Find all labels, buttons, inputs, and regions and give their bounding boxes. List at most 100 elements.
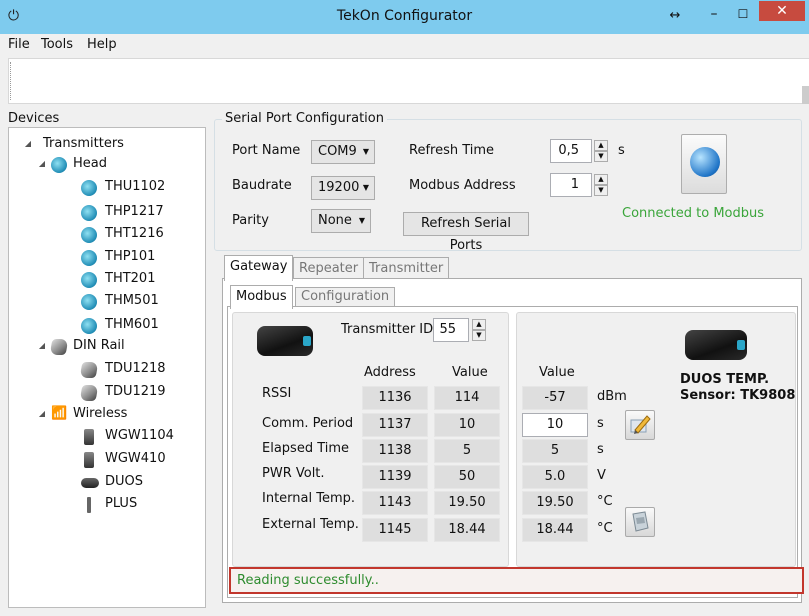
tree-label: WGW1104 <box>105 428 174 443</box>
head-transmitter-icon <box>81 294 97 310</box>
transmitter-device-image <box>257 326 313 356</box>
head-transmitter-icon <box>81 250 97 266</box>
spin-down-icon[interactable]: ▼ <box>472 330 486 341</box>
baudrate-label: Baudrate <box>232 178 292 193</box>
collapse-icon[interactable]: ◢ <box>23 134 33 154</box>
title-bar: ⏻ TekOn Configurator ↔ – ☐ ✕ <box>0 0 809 34</box>
row-label-external-temp: External Temp. <box>262 517 359 532</box>
tree-label: PLUS <box>105 496 138 511</box>
write-button[interactable] <box>625 410 655 440</box>
din-rail-icon <box>49 339 69 355</box>
external-temp-address: 1145 <box>362 518 428 542</box>
close-button[interactable]: ✕ <box>759 1 805 21</box>
toolbar-grip[interactable] <box>10 62 11 100</box>
external-temp-right-value: 18.44 <box>522 518 588 542</box>
elapsed-time-value: 5 <box>434 439 500 463</box>
comm-period-input[interactable]: 10 <box>522 413 588 437</box>
modbus-address-input[interactable]: 1 <box>550 173 592 197</box>
collapse-icon[interactable]: ◢ <box>37 154 47 174</box>
spin-up-icon[interactable]: ▲ <box>472 319 486 330</box>
spin-down-icon[interactable]: ▼ <box>594 185 608 196</box>
antenna-tip <box>303 336 311 346</box>
status-message: Reading successfully.. <box>229 567 804 594</box>
pwr-volt-unit: V <box>597 468 606 483</box>
tree-label: THM501 <box>105 293 159 308</box>
connection-status: Connected to Modbus <box>622 206 765 221</box>
baudrate-value: 19200 <box>318 180 360 195</box>
toolbar <box>8 58 809 104</box>
tree-label: Wireless <box>73 406 128 421</box>
internal-temp-right-value: 19.50 <box>522 491 588 515</box>
port-name-select[interactable]: COM9 ▼ <box>311 140 375 164</box>
maximize-button[interactable]: ☐ <box>730 5 756 25</box>
elapsed-time-unit: s <box>597 442 604 457</box>
head-transmitter-icon <box>81 205 97 221</box>
menu-file[interactable]: File <box>8 37 30 52</box>
minimize-button[interactable]: – <box>701 5 727 25</box>
head-transmitter-icon <box>51 157 67 173</box>
pwr-volt-right-value: 5.0 <box>522 465 588 489</box>
globe-connect-icon <box>690 147 720 177</box>
pwr-volt-address: 1139 <box>362 465 428 489</box>
comm-period-unit: s <box>597 416 604 431</box>
tree-label: Transmitters <box>43 136 124 151</box>
spin-up-icon[interactable]: ▲ <box>594 140 608 151</box>
refresh-time-label: Refresh Time <box>409 143 495 158</box>
transmitter-id-input[interactable]: 55 <box>433 318 469 342</box>
toolbar-scrollbar[interactable] <box>802 86 809 104</box>
tab-modbus[interactable]: Modbus <box>230 285 293 309</box>
plus-device-icon <box>87 497 91 513</box>
comm-period-address: 1137 <box>362 413 428 437</box>
duos-device-image <box>685 330 747 360</box>
port-name-label: Port Name <box>232 143 301 158</box>
tab-gateway[interactable]: Gateway <box>224 255 294 281</box>
device-tip <box>737 340 745 350</box>
refresh-unit: s <box>618 143 625 158</box>
tree-label: TDU1218 <box>105 361 166 376</box>
baudrate-select[interactable]: 19200 ▼ <box>311 176 375 200</box>
spin-down-icon[interactable]: ▼ <box>594 151 608 162</box>
internal-temp-address: 1143 <box>362 491 428 515</box>
resize-icon[interactable]: ↔ <box>665 6 685 26</box>
menu-help[interactable]: Help <box>87 37 117 52</box>
rssi-address: 1136 <box>362 386 428 410</box>
comm-period-value: 10 <box>434 413 500 437</box>
port-name-value: COM9 <box>318 144 357 159</box>
gateway-icon <box>84 452 94 468</box>
external-temp-unit: °C <box>597 521 613 536</box>
modbus-address-stepper[interactable]: ▲ ▼ <box>594 174 608 196</box>
read-button[interactable] <box>625 507 655 537</box>
sensor-name: Sensor: TK9808 <box>680 388 796 403</box>
tab-configuration[interactable]: Configuration <box>295 287 396 307</box>
tree-label: THP101 <box>105 249 156 264</box>
pwr-volt-value: 50 <box>434 465 500 489</box>
tree-label: THM601 <box>105 317 159 332</box>
spin-up-icon[interactable]: ▲ <box>594 174 608 185</box>
menu-tools[interactable]: Tools <box>41 37 73 52</box>
din-rail-icon <box>79 362 99 378</box>
serial-group-title: Serial Port Configuration <box>222 111 387 126</box>
din-rail-icon <box>79 385 99 401</box>
address-column-header: Address <box>364 365 416 380</box>
parity-select[interactable]: None ▼ <box>311 209 371 233</box>
refresh-time-input[interactable]: 0,5 <box>550 139 592 163</box>
row-label-rssi: RSSI <box>262 386 292 401</box>
tree-label: THP1217 <box>105 204 164 219</box>
gateway-icon <box>84 429 94 445</box>
window-title: TekOn Configurator <box>336 8 473 24</box>
transmitter-id-stepper[interactable]: ▲ ▼ <box>472 319 486 341</box>
collapse-icon[interactable]: ◢ <box>37 336 47 356</box>
parity-value: None <box>318 213 352 228</box>
refresh-time-stepper[interactable]: ▲ ▼ <box>594 140 608 162</box>
head-transmitter-icon <box>81 227 97 243</box>
refresh-serial-ports-button[interactable]: Refresh Serial Ports <box>403 212 529 253</box>
connect-button[interactable] <box>681 134 727 194</box>
dropdown-arrow-icon: ▼ <box>358 216 365 225</box>
elapsed-time-address: 1138 <box>362 439 428 463</box>
tree-label: DUOS <box>105 474 144 489</box>
row-label-internal-temp: Internal Temp. <box>262 491 356 506</box>
collapse-icon[interactable]: ◢ <box>37 404 47 424</box>
internal-temp-unit: °C <box>597 494 613 509</box>
modbus-address-label: Modbus Address <box>409 178 516 193</box>
wifi-icon: 📶 <box>51 406 68 421</box>
